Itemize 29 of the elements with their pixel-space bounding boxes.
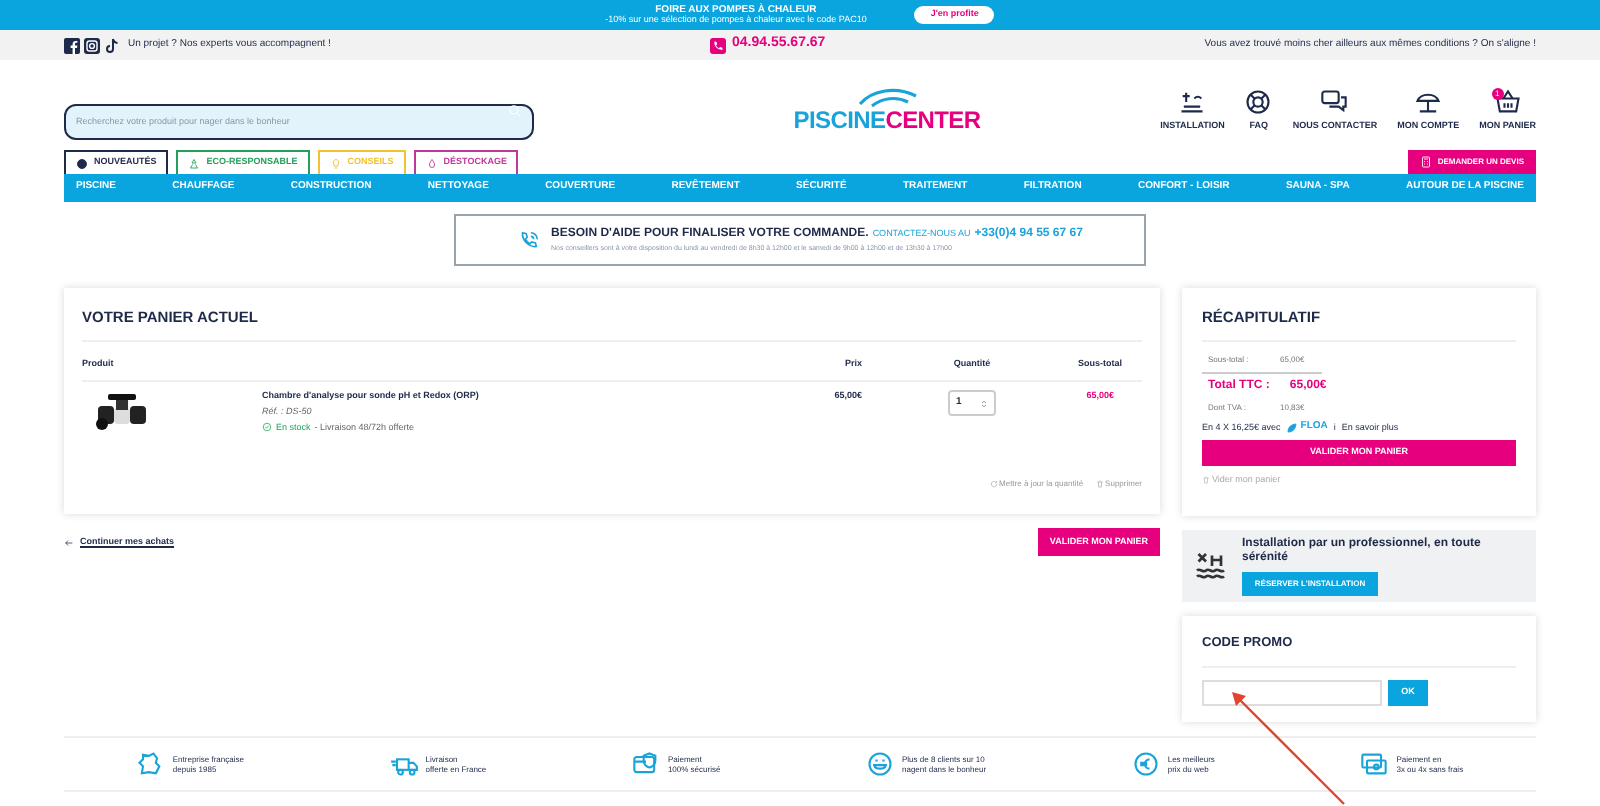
- faq-icon: [1244, 87, 1273, 116]
- refresh-icon: [989, 480, 998, 489]
- euro-icon: [1131, 750, 1160, 778]
- map-icon: [136, 750, 165, 778]
- smile-icon: [866, 750, 894, 778]
- trash-icon: [1095, 480, 1104, 489]
- phone-icon: [517, 229, 540, 251]
- leaf-icon: [1286, 422, 1299, 434]
- cart-icon: [1493, 87, 1522, 116]
- search-icon: [508, 103, 522, 117]
- cards-icon: [1360, 750, 1389, 778]
- promo-code-field[interactable]: [1202, 679, 1382, 706]
- calculator-icon: [1419, 156, 1432, 168]
- trash-icon: [1202, 476, 1210, 485]
- tab-icon: [188, 157, 201, 169]
- instagram-icon[interactable]: [84, 37, 100, 53]
- tab-icon: [329, 157, 342, 169]
- music-note-icon[interactable]: [104, 37, 120, 53]
- contact-icon: [1320, 87, 1349, 116]
- tab-icon: [76, 157, 88, 169]
- phone-icon: [709, 37, 726, 53]
- secure-icon: [631, 750, 660, 778]
- arrow-left-icon: [64, 537, 74, 547]
- check-circle-icon: [262, 422, 272, 433]
- installation-icon: [1178, 87, 1207, 116]
- logo[interactable]: PISCINECENTER: [793, 88, 981, 132]
- annotation-arrow: [1232, 692, 1345, 805]
- tab-icon: [425, 157, 438, 169]
- facebook-icon[interactable]: [64, 37, 80, 53]
